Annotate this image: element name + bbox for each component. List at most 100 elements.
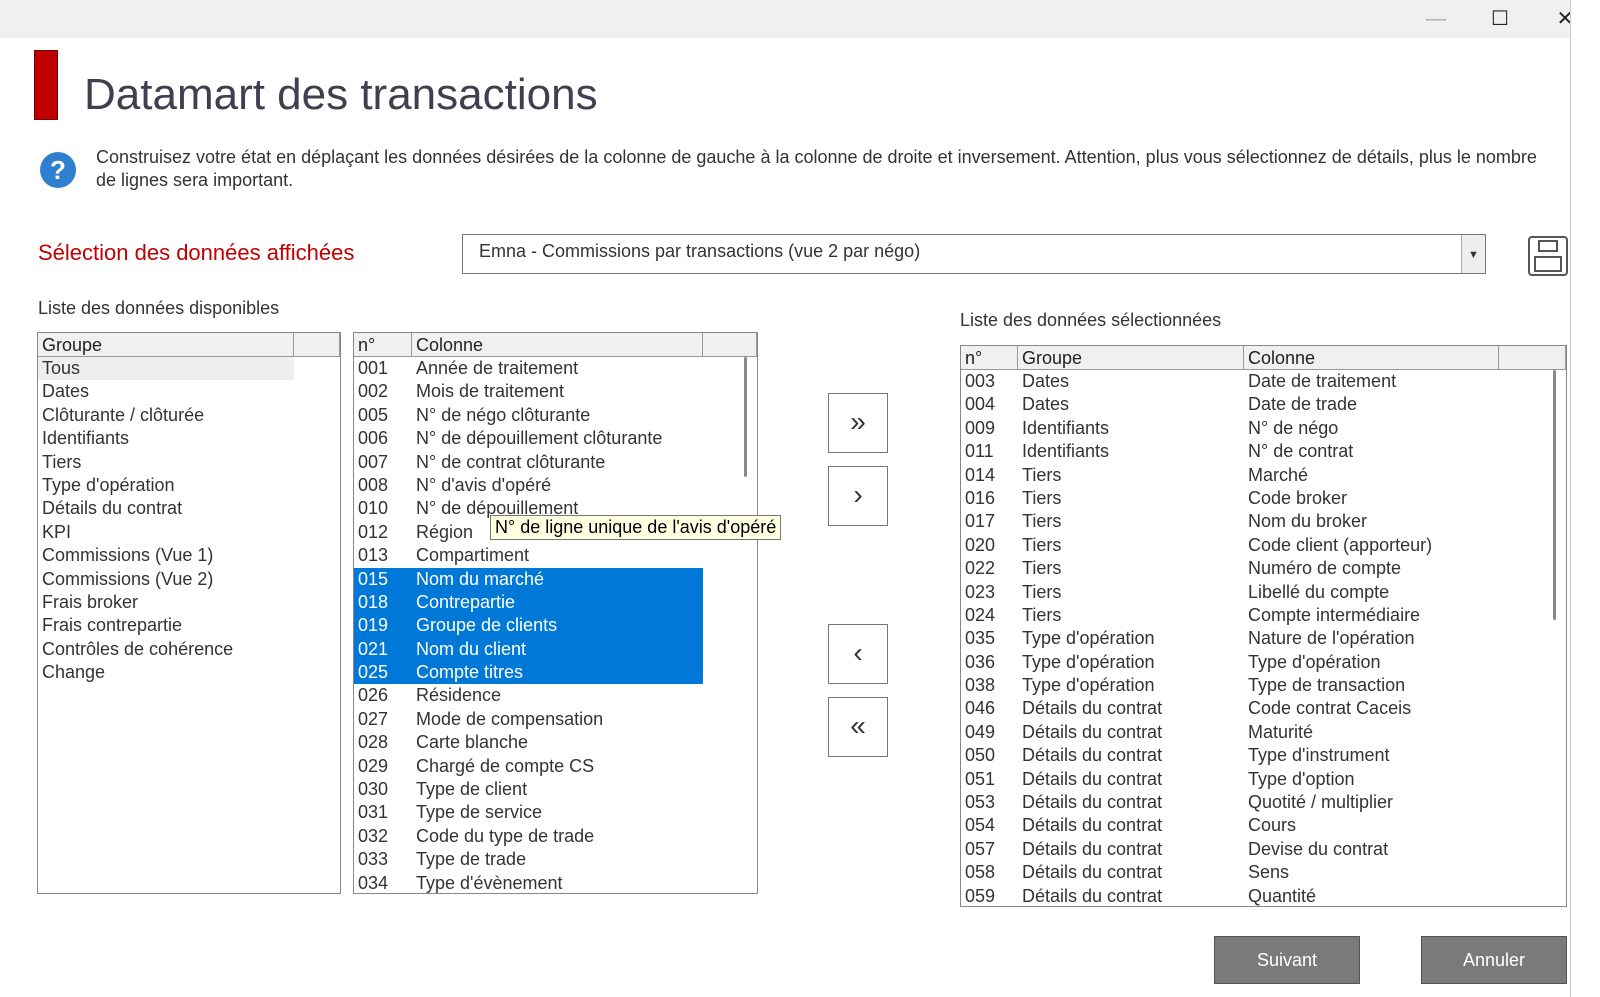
group-list[interactable]: Groupe Tous Dates Clôturante / clôturée Ide… <box>37 332 341 894</box>
list-item[interactable]: 025 Compte titres <box>354 661 703 685</box>
list-item[interactable]: 008 N° d'avis d'opéré <box>354 474 703 497</box>
list-item[interactable]: 033 Type de trade <box>354 848 703 871</box>
list-item[interactable]: 032 Code du type de trade <box>354 825 703 848</box>
scrollbar[interactable] <box>1553 370 1556 620</box>
list-item[interactable]: 022 Tiers Numéro de compte <box>961 557 1566 580</box>
item-name: Date de trade <box>1248 394 1358 415</box>
scrollbar[interactable] <box>744 357 747 477</box>
item-group: Dates <box>1022 394 1070 415</box>
group-item[interactable]: Type d'opération <box>38 474 340 497</box>
list-item[interactable]: 035 Type d'opération Nature de l'opération <box>961 627 1566 650</box>
number-header[interactable]: n° <box>354 333 412 356</box>
list-item[interactable]: 019 Groupe de clients <box>354 614 703 638</box>
list-item[interactable]: 015 Nom du marché <box>354 567 703 591</box>
list-item[interactable]: 011 Identifiants N° de contrat <box>961 440 1566 463</box>
group-label: Identifiants <box>42 428 130 449</box>
group-item[interactable]: Dates <box>38 380 340 403</box>
group-item[interactable]: Détails du contrat <box>38 497 340 520</box>
group-item[interactable]: Commissions (Vue 1) <box>38 544 340 567</box>
group-item[interactable]: KPI <box>38 521 340 544</box>
item-group: Type d'opération <box>1022 628 1155 649</box>
list-item[interactable]: 054 Détails du contrat Cours <box>961 814 1566 837</box>
list-item[interactable]: 051 Détails du contrat Type d'option <box>961 768 1566 791</box>
view-select[interactable]: Emna - Commissions par transactions (vue… <box>462 234 1486 274</box>
group-item[interactable]: Commissions (Vue 2) <box>38 568 340 591</box>
cancel-button[interactable]: Annuler <box>1421 936 1567 984</box>
list-item[interactable]: 034 Type d'évènement <box>354 872 703 893</box>
list-item[interactable]: 020 Tiers Code client (apporteur) <box>961 534 1566 557</box>
list-item[interactable]: 029 Chargé de compte CS <box>354 755 703 778</box>
selected-list[interactable]: n° Groupe Colonne 003 Dates Date de traiteme… <box>960 345 1567 907</box>
list-item[interactable]: 046 Détails du contrat Code contrat Caceis <box>961 697 1566 720</box>
list-item[interactable]: 001 Année de traitement <box>354 357 703 380</box>
list-item[interactable]: 006 N° de dépouillement clôturante <box>354 427 703 450</box>
list-item[interactable]: 049 Détails du contrat Maturité <box>961 721 1566 744</box>
list-item[interactable]: 017 Tiers Nom du broker <box>961 510 1566 533</box>
list-item[interactable]: 058 Détails du contrat Sens <box>961 861 1566 884</box>
list-item[interactable]: 030 Type de client <box>354 778 703 801</box>
minimize-button[interactable]: — <box>1416 6 1456 32</box>
group-item[interactable]: Change <box>38 661 340 684</box>
item-number: 025 <box>358 662 389 683</box>
list-item[interactable]: 036 Type d'opération Type d'opération <box>961 651 1566 674</box>
group-item[interactable]: Clôturante / clôturée <box>38 404 340 427</box>
list-item[interactable]: 009 Identifiants N° de négo <box>961 417 1566 440</box>
list-item[interactable]: 026 Résidence <box>354 684 703 707</box>
item-group: Tiers <box>1022 464 1062 485</box>
column-header[interactable]: Colonne <box>1244 346 1499 369</box>
group-item[interactable]: Frais broker <box>38 591 340 614</box>
item-name: Type de trade <box>416 849 527 870</box>
list-item[interactable]: 027 Mode de compensation <box>354 708 703 731</box>
list-item[interactable]: 005 N° de négo clôturante <box>354 404 703 427</box>
list-item[interactable]: 003 Dates Date de traitement <box>961 370 1566 393</box>
list-item[interactable]: 013 Compartiment <box>354 544 703 567</box>
group-header[interactable]: Groupe <box>1018 346 1244 369</box>
list-item[interactable]: 023 Tiers Libellé du compte <box>961 581 1566 604</box>
item-name: Année de traitement <box>416 358 579 378</box>
item-name: N° de négo <box>1248 417 1339 438</box>
group-item[interactable]: Identifiants <box>38 427 340 450</box>
list-item[interactable]: 053 Détails du contrat Quotité / multiplie… <box>961 791 1566 814</box>
column-header[interactable]: Colonne <box>412 333 703 356</box>
list-item[interactable]: 038 Type d'opération Type de transaction <box>961 674 1566 697</box>
list-item[interactable]: 024 Tiers Compte intermédiaire <box>961 604 1566 627</box>
item-group: Identifiants <box>1022 441 1110 462</box>
item-number: 049 <box>965 721 996 742</box>
group-item[interactable]: Contrôles de cohérence <box>38 638 340 661</box>
save-icon[interactable] <box>1528 236 1568 276</box>
list-item[interactable]: 007 N° de contrat clôturante <box>354 451 703 474</box>
item-name: Groupe de clients <box>416 615 558 636</box>
group-header[interactable]: Groupe <box>38 333 294 356</box>
item-number: 029 <box>358 755 389 776</box>
group-item[interactable]: Tous <box>38 357 294 381</box>
list-item[interactable]: 050 Détails du contrat Type d'instrument <box>961 744 1566 767</box>
intro-text: Construisez votre état en déplaçant les … <box>96 147 1537 190</box>
group-item[interactable]: Frais contrepartie <box>38 614 340 637</box>
list-item[interactable]: 057 Détails du contrat Devise du contrat <box>961 838 1566 861</box>
item-number: 008 <box>358 474 389 495</box>
item-number: 001 <box>358 358 389 378</box>
move-right-button[interactable]: › <box>828 466 888 526</box>
group-item[interactable]: Tiers <box>38 451 340 474</box>
list-item[interactable]: 018 Contrepartie <box>354 590 703 615</box>
item-number: 059 <box>965 885 996 906</box>
list-item[interactable]: 016 Tiers Code broker <box>961 487 1566 510</box>
item-group: Détails du contrat <box>1022 885 1163 906</box>
list-item[interactable]: 002 Mois de traitement <box>354 380 703 403</box>
next-button[interactable]: Suivant <box>1214 936 1360 984</box>
number-header[interactable]: n° <box>961 346 1018 369</box>
list-item[interactable]: 014 Tiers Marché <box>961 464 1566 487</box>
list-item[interactable]: 031 Type de service <box>354 801 703 824</box>
list-item[interactable]: 021 Nom du client <box>354 637 703 662</box>
list-item[interactable]: 028 Carte blanche <box>354 731 703 754</box>
available-list[interactable]: n° Colonne 001 Année de traitement 002 Mois … <box>353 332 758 894</box>
item-name: Cours <box>1248 815 1297 836</box>
move-left-button[interactable]: ‹ <box>828 624 888 684</box>
maximize-button[interactable]: ☐ <box>1480 6 1520 32</box>
list-item[interactable]: 004 Dates Date de trade <box>961 393 1566 416</box>
move-all-left-button[interactable]: « <box>828 697 888 757</box>
chevron-down-icon[interactable]: ▼ <box>1461 235 1485 273</box>
move-all-right-button[interactable]: » <box>828 393 888 453</box>
list-item[interactable]: 059 Détails du contrat Quantité <box>961 885 1566 906</box>
item-name: Date de traitement <box>1248 371 1397 391</box>
